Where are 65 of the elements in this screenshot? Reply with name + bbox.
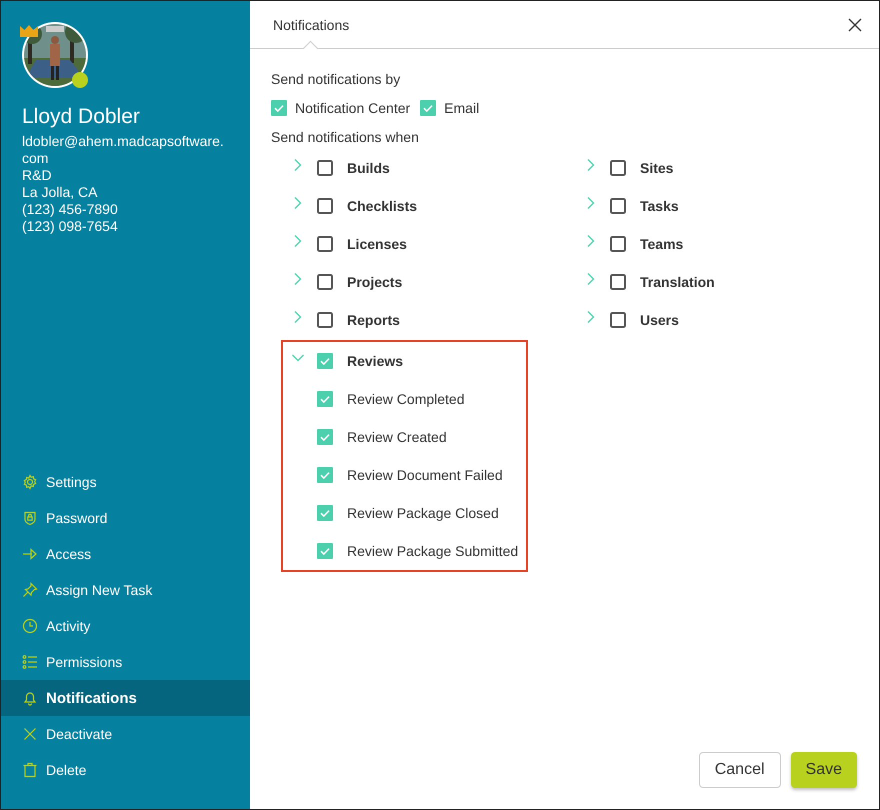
category-label: Reports	[347, 312, 400, 328]
category-label: Users	[640, 312, 679, 328]
shield-lock-icon	[22, 510, 38, 526]
category-label: Review Completed	[347, 391, 464, 407]
checkbox[interactable]	[317, 505, 333, 521]
menu-item[interactable]: Notifications	[1, 680, 250, 716]
trash-icon	[22, 762, 38, 778]
option-label: Notification Center	[295, 100, 410, 116]
category-label: Translation	[640, 274, 715, 290]
menu-item[interactable]: Permissions	[1, 644, 250, 680]
user-detail: La Jolla, CA	[22, 184, 98, 201]
checkbox[interactable]	[610, 274, 626, 290]
section-label: Send notifications when	[271, 128, 420, 146]
clock-icon	[22, 618, 38, 634]
category-label: Reviews	[347, 353, 404, 369]
cancel-button[interactable]: Cancel	[698, 752, 781, 788]
user-detail: (123) 456-7890	[22, 201, 119, 218]
category-label: Review Package Submitted	[347, 543, 518, 559]
checkbox[interactable]	[610, 160, 626, 176]
arrow-icon	[22, 546, 38, 562]
checkbox[interactable]	[317, 312, 333, 328]
user-name: Lloyd Dobler	[22, 105, 141, 129]
section-label: Send notifications by	[271, 70, 402, 88]
menu-item[interactable]: Deactivate	[1, 716, 250, 752]
checkbox[interactable]	[317, 236, 333, 252]
category-label: Tasks	[640, 198, 679, 214]
close-icon	[22, 726, 38, 742]
checkbox[interactable]	[317, 429, 333, 445]
checkbox[interactable]	[610, 236, 626, 252]
checkbox[interactable]	[271, 100, 287, 116]
category-label: Teams	[640, 236, 684, 252]
close-icon[interactable]	[848, 18, 862, 32]
checkbox[interactable]	[317, 391, 333, 407]
checkbox[interactable]	[317, 467, 333, 483]
user-detail: (123) 098-7654	[22, 218, 119, 235]
menu-item[interactable]: Assign New Task	[1, 572, 250, 608]
category-label: Checklists	[347, 198, 418, 214]
option-label: Email	[444, 100, 480, 116]
gear-icon	[22, 474, 38, 490]
bell-icon	[22, 690, 38, 706]
menu-item[interactable]: Delete	[1, 752, 250, 788]
category-label: Review Created	[347, 429, 447, 445]
checkbox[interactable]	[317, 353, 333, 369]
checkbox[interactable]	[610, 198, 626, 214]
category-label: Projects	[347, 274, 402, 290]
category-label: Licenses	[347, 236, 407, 252]
category-label: Review Document Failed	[347, 467, 503, 483]
pin-icon	[22, 582, 38, 598]
category-label: Sites	[640, 160, 674, 176]
category-label: Review Package Closed	[347, 505, 499, 521]
checkbox[interactable]	[317, 543, 333, 559]
menu-item[interactable]: Settings	[1, 464, 250, 500]
checkbox[interactable]	[317, 274, 333, 290]
list-icon	[22, 654, 38, 670]
checkbox[interactable]	[317, 198, 333, 214]
menu-item[interactable]: Password	[1, 500, 250, 536]
checkbox[interactable]	[610, 312, 626, 328]
checkbox[interactable]	[420, 100, 436, 116]
category-label: Builds	[347, 160, 390, 176]
user-detail: ldobler@ahem.madcapsoftware.com	[22, 133, 225, 167]
save-button[interactable]: Save	[790, 752, 857, 788]
user-detail: R&D	[22, 167, 53, 184]
menu-item[interactable]: Access	[1, 536, 250, 572]
checkbox[interactable]	[317, 160, 333, 176]
menu-item[interactable]: Activity	[1, 608, 250, 644]
